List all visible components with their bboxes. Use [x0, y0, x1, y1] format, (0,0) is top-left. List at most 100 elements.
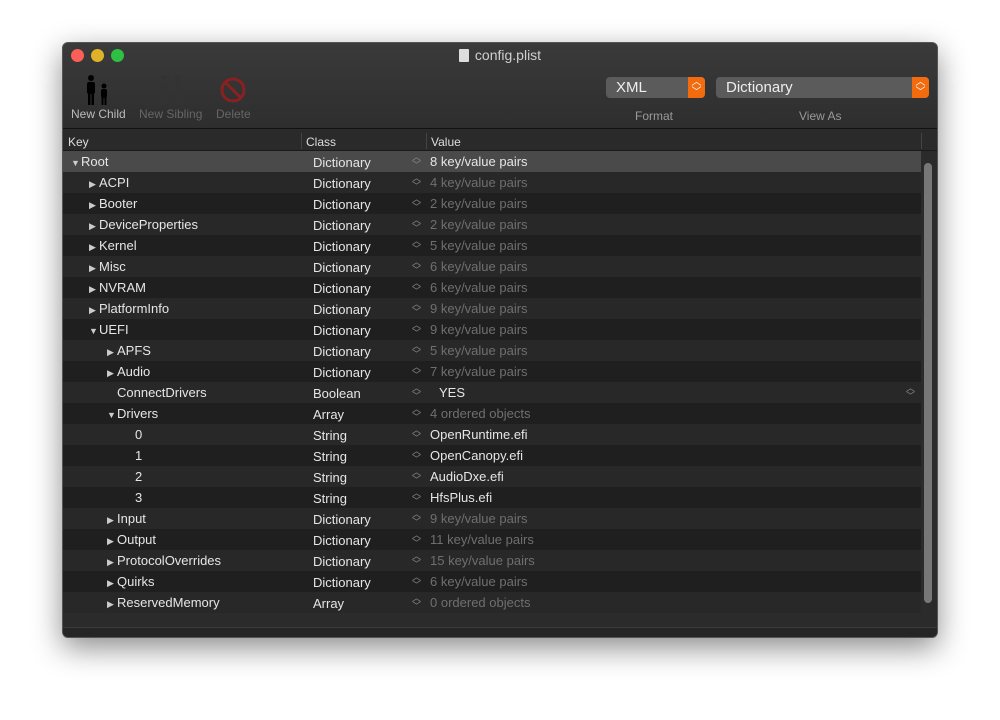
chevron-updown-icon[interactable]: ︿ ﹀ — [412, 300, 421, 317]
row-value[interactable]: 4 key/value pairs — [430, 175, 528, 190]
row-class[interactable]: Dictionary — [313, 512, 371, 527]
disclosure-collapsed-icon[interactable]: ▶ — [89, 221, 99, 232]
table-row[interactable]: ▶ ReservedMemory Array ︿ ﹀ 0 ordered objec… — [63, 592, 921, 613]
row-value[interactable]: 0 ordered objects — [430, 595, 530, 610]
chevron-updown-icon[interactable]: ︿ ﹀ — [906, 384, 915, 401]
disclosure-collapsed-icon[interactable]: ▶ — [89, 179, 99, 190]
row-class[interactable]: Dictionary — [313, 323, 371, 338]
row-value[interactable]: 6 key/value pairs — [430, 259, 528, 274]
disclosure-expanded-icon[interactable]: ▼ — [107, 410, 117, 420]
chevron-updown-icon[interactable]: ︿ ﹀ — [412, 321, 421, 338]
row-class[interactable]: Dictionary — [313, 281, 371, 296]
chevron-updown-icon[interactable]: ︿ ﹀ — [412, 405, 421, 422]
new-child-button[interactable]: New Child — [71, 73, 126, 121]
table-row[interactable]: ▶ Kernel Dictionary ︿ ﹀ 5 key/value pairs — [63, 235, 921, 256]
row-value[interactable]: 6 key/value pairs — [430, 280, 528, 295]
table-row[interactable]: ▶ Input Dictionary ︿ ﹀ 9 key/value pairs — [63, 508, 921, 529]
view-as-popup[interactable]: Dictionary ︿ ﹀ — [716, 77, 929, 98]
chevron-updown-icon[interactable]: ︿ ﹀ — [412, 468, 421, 485]
table-row[interactable]: 3 String ︿ ﹀ HfsPlus.efi — [63, 487, 921, 508]
row-class[interactable]: Dictionary — [313, 302, 371, 317]
chevron-updown-icon[interactable]: ︿ ﹀ — [412, 510, 421, 527]
column-value[interactable]: Value — [431, 135, 461, 149]
row-value[interactable]: HfsPlus.efi — [430, 490, 492, 505]
table-row[interactable]: ▶ ProtocolOverrides Dictionary ︿ ﹀ 15 key/… — [63, 550, 921, 571]
disclosure-collapsed-icon[interactable]: ▶ — [89, 305, 99, 316]
row-value[interactable]: AudioDxe.efi — [430, 469, 504, 484]
row-value[interactable]: 2 key/value pairs — [430, 217, 528, 232]
disclosure-expanded-icon[interactable]: ▼ — [71, 158, 81, 168]
chevron-updown-icon[interactable]: ︿ ﹀ — [412, 594, 421, 611]
format-popup[interactable]: XML ︿ ﹀ — [606, 77, 705, 98]
row-value[interactable]: 8 key/value pairs — [430, 154, 528, 169]
row-class[interactable]: Dictionary — [313, 218, 371, 233]
chevron-updown-icon[interactable]: ︿ ﹀ — [412, 342, 421, 359]
row-value[interactable]: 15 key/value pairs — [430, 553, 535, 568]
disclosure-collapsed-icon[interactable]: ▶ — [89, 242, 99, 253]
row-class[interactable]: String — [313, 491, 347, 506]
disclosure-expanded-icon[interactable]: ▼ — [89, 326, 99, 336]
table-row[interactable]: 2 String ︿ ﹀ AudioDxe.efi — [63, 466, 921, 487]
table-row[interactable]: ▶ ACPI Dictionary ︿ ﹀ 4 key/value pairs — [63, 172, 921, 193]
table-row[interactable]: ConnectDrivers Boolean ︿ ﹀ YES ︿ ﹀ — [63, 382, 921, 403]
row-class[interactable]: Dictionary — [313, 260, 371, 275]
row-class[interactable]: Dictionary — [313, 533, 371, 548]
row-class[interactable]: Dictionary — [313, 344, 371, 359]
chevron-updown-icon[interactable]: ︿ ﹀ — [412, 216, 421, 233]
disclosure-collapsed-icon[interactable]: ▶ — [107, 557, 117, 568]
chevron-updown-icon[interactable]: ︿ ﹀ — [412, 489, 421, 506]
row-class[interactable]: Dictionary — [313, 239, 371, 254]
table-row[interactable]: ▶ Audio Dictionary ︿ ﹀ 7 key/value pairs — [63, 361, 921, 382]
new-sibling-button[interactable]: New Sibling — [139, 73, 202, 121]
row-class[interactable]: String — [313, 449, 347, 464]
chevron-updown-icon[interactable]: ︿ ﹀ — [412, 447, 421, 464]
row-class[interactable]: Dictionary — [313, 365, 371, 380]
chevron-updown-icon[interactable]: ︿ ﹀ — [412, 258, 421, 275]
row-class[interactable]: Dictionary — [313, 575, 371, 590]
row-value[interactable]: 6 key/value pairs — [430, 574, 528, 589]
disclosure-collapsed-icon[interactable]: ▶ — [107, 536, 117, 547]
table-row[interactable]: ▼Drivers Array ︿ ﹀ 4 ordered objects — [63, 403, 921, 424]
chevron-updown-icon[interactable]: ︿ ﹀ — [412, 279, 421, 296]
table-row[interactable]: ▶ Quirks Dictionary ︿ ﹀ 6 key/value pairs — [63, 571, 921, 592]
row-class[interactable]: Array — [313, 407, 344, 422]
row-value[interactable]: 9 key/value pairs — [430, 511, 528, 526]
chevron-updown-icon[interactable]: ︿ ﹀ — [412, 195, 421, 212]
row-value[interactable]: OpenRuntime.efi — [430, 427, 528, 442]
chevron-updown-icon[interactable]: ︿ ﹀ — [412, 174, 421, 191]
chevron-updown-icon[interactable]: ︿ ﹀ — [412, 426, 421, 443]
disclosure-collapsed-icon[interactable]: ▶ — [107, 578, 117, 589]
chevron-updown-icon[interactable]: ︿ ﹀ — [412, 363, 421, 380]
table-row[interactable]: ▶ APFS Dictionary ︿ ﹀ 5 key/value pairs — [63, 340, 921, 361]
row-value[interactable]: 4 ordered objects — [430, 406, 530, 421]
column-key[interactable]: Key — [68, 135, 89, 149]
disclosure-collapsed-icon[interactable]: ▶ — [107, 599, 117, 610]
vertical-scrollbar[interactable] — [921, 153, 935, 613]
chevron-updown-icon[interactable]: ︿ ﹀ — [412, 153, 421, 170]
row-class[interactable]: Boolean — [313, 386, 361, 401]
table-row[interactable]: ▶ NVRAM Dictionary ︿ ﹀ 6 key/value pairs — [63, 277, 921, 298]
chevron-updown-icon[interactable]: ︿ ﹀ — [412, 531, 421, 548]
row-class[interactable]: String — [313, 428, 347, 443]
disclosure-collapsed-icon[interactable]: ▶ — [89, 263, 99, 274]
table-row[interactable]: ▶ Booter Dictionary ︿ ﹀ 2 key/value pairs — [63, 193, 921, 214]
table-row[interactable]: 1 String ︿ ﹀ OpenCanopy.efi — [63, 445, 921, 466]
table-row[interactable]: ▶ Output Dictionary ︿ ﹀ 11 key/value pairs — [63, 529, 921, 550]
row-class[interactable]: Dictionary — [313, 155, 371, 170]
disclosure-collapsed-icon[interactable]: ▶ — [89, 284, 99, 295]
disclosure-collapsed-icon[interactable]: ▶ — [107, 368, 117, 379]
table-row[interactable]: ▶ PlatformInfo Dictionary ︿ ﹀ 9 key/value … — [63, 298, 921, 319]
table-row[interactable]: 0 String ︿ ﹀ OpenRuntime.efi — [63, 424, 921, 445]
chevron-updown-icon[interactable]: ︿ ﹀ — [412, 573, 421, 590]
delete-button[interactable]: Delete — [216, 73, 251, 121]
table-row[interactable]: ▶ Misc Dictionary ︿ ﹀ 6 key/value pairs — [63, 256, 921, 277]
disclosure-collapsed-icon[interactable]: ▶ — [89, 200, 99, 211]
row-value[interactable]: 9 key/value pairs — [430, 322, 528, 337]
row-value[interactable]: YES — [439, 385, 465, 400]
chevron-updown-icon[interactable]: ︿ ﹀ — [412, 384, 421, 401]
row-class[interactable]: Dictionary — [313, 197, 371, 212]
chevron-updown-icon[interactable]: ︿ ﹀ — [412, 552, 421, 569]
row-value[interactable]: 9 key/value pairs — [430, 301, 528, 316]
disclosure-collapsed-icon[interactable]: ▶ — [107, 347, 117, 358]
column-class[interactable]: Class — [306, 135, 336, 149]
